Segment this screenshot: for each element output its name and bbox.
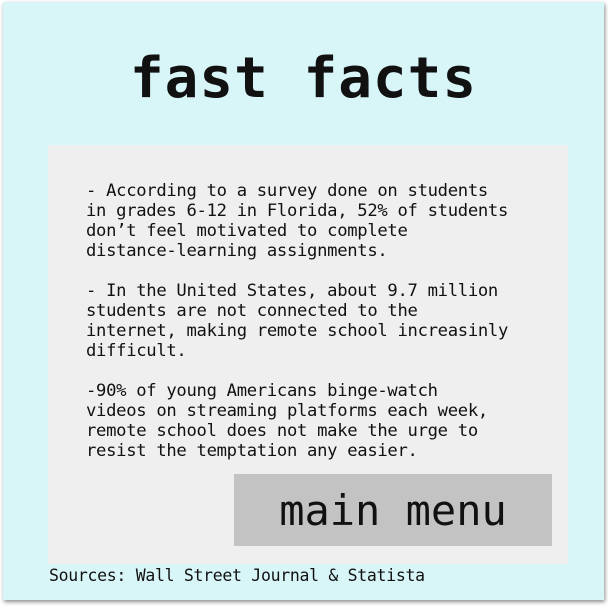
main-menu-button[interactable]: main menu	[234, 474, 552, 546]
fast-facts-card: fast facts - According to a survey done …	[3, 2, 604, 600]
facts-panel: - According to a survey done on students…	[48, 145, 568, 564]
fact-item-1: - According to a survey done on students…	[86, 181, 509, 261]
sources-text: Sources: Wall Street Journal & Statista	[49, 566, 425, 585]
fact-item-2: - In the United States, about 9.7 millio…	[86, 281, 509, 361]
fact-item-3: -90% of young Americans binge-watch vide…	[86, 381, 488, 461]
facts-list: - According to a survey done on students…	[86, 181, 556, 481]
page-title: fast facts	[129, 46, 478, 111]
